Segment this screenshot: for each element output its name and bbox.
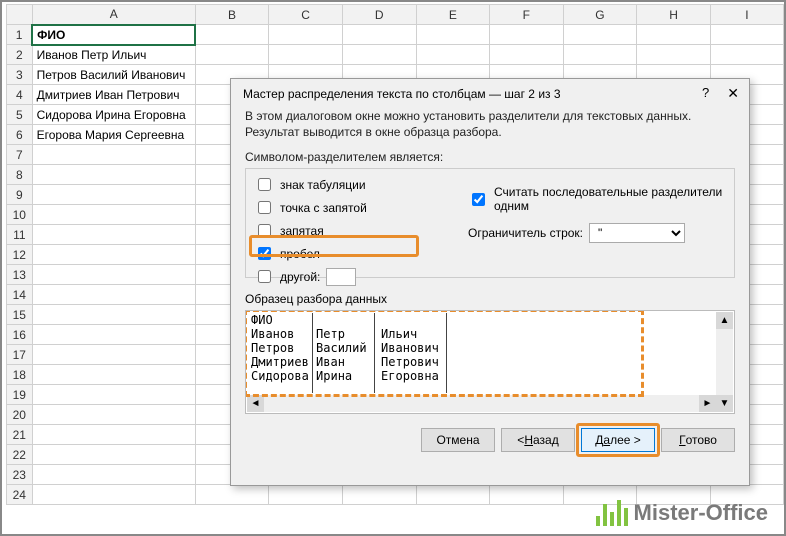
next-button[interactable]: Далее > [581,428,655,452]
back-button[interactable]: < Назад [501,428,575,452]
row-header[interactable]: 15 [7,305,33,325]
dialog-description: В этом диалоговом окне можно установить … [231,106,749,146]
help-icon[interactable]: ? [702,85,709,102]
row-header[interactable]: 12 [7,245,33,265]
cell[interactable]: Егорова Мария Сергеевна [32,125,195,145]
semicolon-checkbox[interactable] [258,201,271,214]
row-header[interactable]: 24 [7,485,33,505]
text-qualifier-select[interactable]: " [589,223,685,243]
qualifier-label: Ограничитель строк: [468,226,583,240]
dialog-title: Мастер распределения текста по столбцам … [243,87,561,101]
row-header[interactable]: 9 [7,185,33,205]
row-header[interactable]: 22 [7,445,33,465]
cancel-button[interactable]: Отмена [421,428,495,452]
text-to-columns-wizard: Мастер распределения текста по столбцам … [230,78,750,486]
logo-bars-icon [596,500,628,526]
watermark-logo: Mister-Office [596,500,768,526]
cell[interactable]: Дмитриев Иван Петрович [32,85,195,105]
preview-label: Образец разбора данных [245,292,735,306]
col-header-A[interactable]: A [32,5,195,25]
cell-A1[interactable]: ФИО [32,25,195,45]
row-header[interactable]: 20 [7,405,33,425]
space-label: пробел [280,247,320,261]
row-header[interactable]: 1 [7,25,33,45]
col-header-E[interactable]: E [416,5,490,25]
row-header[interactable]: 5 [7,105,33,125]
scroll-down-icon[interactable]: ▼ [716,395,733,412]
cell[interactable]: Петров Василий Иванович [32,65,195,85]
preview-text: ФИО Иванов Петр Ильич Петров Василий Ива… [251,313,439,383]
col-header-G[interactable]: G [563,5,637,25]
other-label: другой: [280,270,320,284]
col-header-H[interactable]: H [637,5,711,25]
scroll-left-icon[interactable]: ◄ [247,395,264,412]
select-all-cell[interactable] [7,5,33,25]
row-header[interactable]: 4 [7,85,33,105]
row-header[interactable]: 17 [7,345,33,365]
row-header[interactable]: 13 [7,265,33,285]
col-header-I[interactable]: I [710,5,783,25]
row-header[interactable]: 23 [7,465,33,485]
scroll-up-icon[interactable]: ▲ [716,312,733,329]
row-header[interactable]: 8 [7,165,33,185]
row-header[interactable]: 3 [7,65,33,85]
preview-vscrollbar[interactable]: ▲ ▼ [716,312,733,412]
row-header[interactable]: 10 [7,205,33,225]
preview-hscrollbar[interactable]: ◄ ► [247,395,716,412]
space-checkbox[interactable] [258,247,271,260]
consecutive-label: Считать последовательные разделители одн… [494,185,734,213]
row-header[interactable]: 14 [7,285,33,305]
cell[interactable]: Сидорова Ирина Егоровна [32,105,195,125]
delimiter-label: Символом-разделителем является: [245,150,735,164]
col-header-D[interactable]: D [342,5,416,25]
col-header-B[interactable]: B [195,5,269,25]
col-header-C[interactable]: C [269,5,343,25]
comma-checkbox[interactable] [258,224,271,237]
semicolon-label: точка с запятой [280,201,367,215]
row-header[interactable]: 21 [7,425,33,445]
col-header-F[interactable]: F [490,5,563,25]
finish-button[interactable]: Готово [661,428,735,452]
row-header[interactable]: 11 [7,225,33,245]
row-header[interactable]: 16 [7,325,33,345]
other-input[interactable] [326,268,356,286]
close-icon[interactable]: ✕ [727,85,739,102]
scroll-right-icon[interactable]: ► [699,395,716,412]
tab-checkbox[interactable] [258,178,271,191]
row-header[interactable]: 18 [7,365,33,385]
other-checkbox[interactable] [258,270,271,283]
row-header[interactable]: 19 [7,385,33,405]
consecutive-checkbox[interactable] [472,193,485,206]
row-header[interactable]: 6 [7,125,33,145]
cell[interactable]: Иванов Петр Ильич [32,45,195,65]
tab-label: знак табуляции [280,178,366,192]
row-header[interactable]: 7 [7,145,33,165]
comma-label: запятая [280,224,324,238]
row-header[interactable]: 2 [7,45,33,65]
preview-box: ФИО Иванов Петр Ильич Петров Василий Ива… [245,310,735,414]
logo-text: Mister-Office [634,500,768,526]
